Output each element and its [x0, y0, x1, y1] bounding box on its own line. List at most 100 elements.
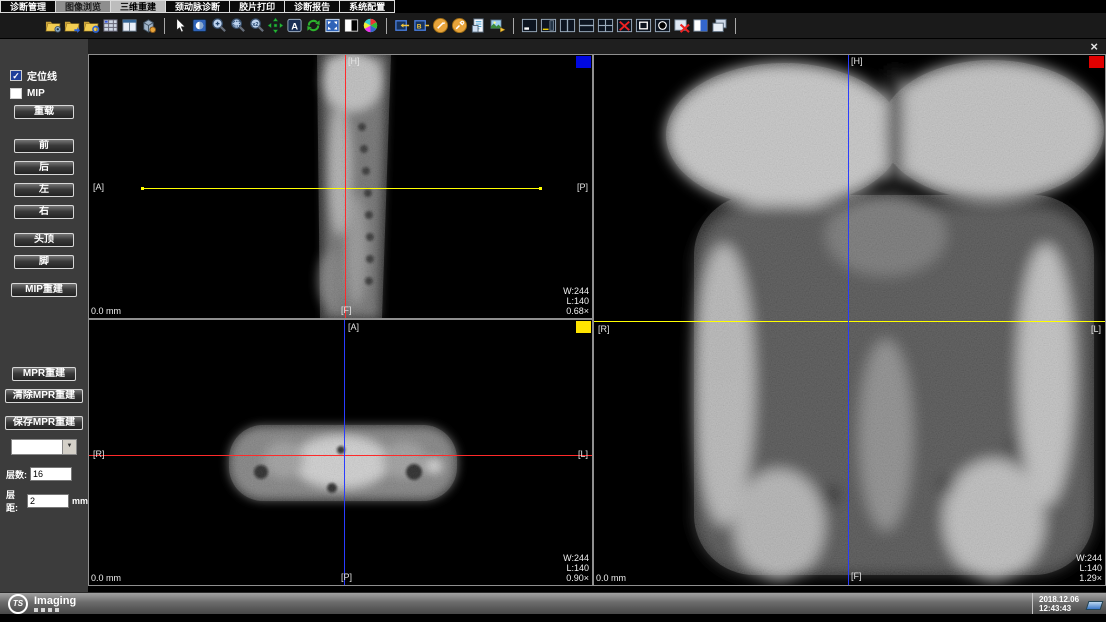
layout-clear-icon[interactable]	[615, 16, 634, 36]
position-readout: 0.0 mm	[91, 306, 121, 316]
locator-line-checkbox[interactable]: ✓定位线	[10, 68, 88, 83]
zoom-region-icon[interactable]	[228, 16, 247, 36]
reload-button[interactable]: 重载	[14, 105, 74, 119]
window-split-icon[interactable]	[120, 16, 139, 36]
color-wheel-icon[interactable]	[361, 16, 380, 36]
foot-button[interactable]: 脚	[14, 255, 74, 269]
crosshair-coronal-line[interactable]	[89, 455, 592, 456]
orientation-label-right: [L]	[578, 450, 588, 459]
window-level-icon[interactable]	[190, 16, 209, 36]
layout-single-icon[interactable]	[520, 16, 539, 36]
crosshair-axial-line[interactable]	[142, 188, 541, 189]
mpr-rebuild-button[interactable]: MPR重建	[12, 367, 76, 381]
measure-tools-icon[interactable]	[450, 16, 469, 36]
crosshair-axial-line[interactable]	[594, 321, 1105, 322]
report-doc-icon[interactable]	[469, 16, 488, 36]
mpr-button-group: MPR重建清除MPR重建保存MPR重建	[0, 367, 88, 430]
slab-out-icon[interactable]: B	[412, 16, 431, 36]
image-export-icon[interactable]	[488, 16, 507, 36]
save-mpr-button[interactable]: 保存MPR重建	[5, 416, 83, 430]
headfoot-button-group: 头顶脚	[0, 233, 88, 269]
layer-fields: 层数:层距:mm	[0, 467, 88, 514]
panel-divider-vertical[interactable]	[592, 55, 594, 585]
panel-corner-marker[interactable]	[576, 321, 591, 333]
front-button[interactable]: 前	[14, 139, 74, 153]
layout-two-col-icon[interactable]	[558, 16, 577, 36]
shape-square-icon[interactable]	[634, 16, 653, 36]
tab-system-config[interactable]: 系统配置	[340, 0, 395, 13]
measure-draw-icon[interactable]	[431, 16, 450, 36]
sidebar: ✓定位线 MIP 重载 前后左右 头顶脚 MIP重建 MPR重建清除MPR重建保存…	[0, 39, 88, 592]
window-level-readout: W:244L:1400.90×	[563, 553, 589, 583]
layer-spacing-field-label: 层距:	[6, 488, 24, 514]
head-top-button[interactable]: 头顶	[14, 233, 74, 247]
crosshair-sagittal-line[interactable]	[344, 320, 345, 585]
worklist-grid-icon[interactable]	[101, 16, 120, 36]
tab-image-browse[interactable]: 图像浏览	[56, 0, 111, 13]
open-folder-sync-icon[interactable]	[82, 16, 101, 36]
svg-text:A: A	[291, 21, 298, 32]
zoom-in-icon[interactable]	[209, 16, 228, 36]
open-folder-gear-icon[interactable]	[44, 16, 63, 36]
layer-spacing-field-unit: mm	[72, 496, 88, 506]
orientation-label-bottom: [F]	[341, 306, 352, 315]
brand-logo: TS	[8, 594, 28, 614]
back-button[interactable]: 后	[14, 161, 74, 175]
orientation-label-left: [R]	[598, 325, 610, 334]
crosshair-coronal-line[interactable]	[345, 55, 346, 318]
mip-rebuild-button[interactable]: MIP重建	[11, 283, 77, 297]
mpr-series-select[interactable]: ▼	[11, 439, 77, 455]
panel-divider-horizontal[interactable]	[89, 318, 592, 320]
crosshair-sagittal-line[interactable]	[848, 55, 849, 585]
mri-sagittal-image	[89, 55, 592, 318]
brand-name: Imaging	[34, 596, 76, 607]
orientation-label-top: [A]	[348, 323, 359, 332]
layout-two-row-icon[interactable]	[577, 16, 596, 36]
fit-screen-icon[interactable]	[323, 16, 342, 36]
toolbar-separator	[386, 18, 387, 34]
viewport-header-strip	[88, 39, 1106, 54]
pan-arrows-icon[interactable]	[266, 16, 285, 36]
layout-thumbnail-icon[interactable]	[539, 16, 558, 36]
left-button[interactable]: 左	[14, 183, 74, 197]
right-button[interactable]: 右	[14, 205, 74, 219]
orientation-label-bottom: [F]	[851, 572, 862, 581]
tab-carotid-diagnosis[interactable]: 颈动脉诊断	[166, 0, 230, 13]
invert-icon[interactable]	[342, 16, 361, 36]
toolbar-separator	[164, 18, 165, 34]
mip-checkbox[interactable]: MIP	[10, 88, 88, 99]
tab-diagnosis-report[interactable]: 诊断报告	[285, 0, 340, 13]
close-button[interactable]: ×	[1090, 40, 1098, 53]
clear-mpr-button[interactable]: 清除MPR重建	[5, 389, 83, 403]
zoom-x2-icon[interactable]: x2	[247, 16, 266, 36]
tab-diagnosis-management[interactable]: 诊断管理	[0, 0, 56, 13]
refresh-icon[interactable]	[304, 16, 323, 36]
tab-3d-reconstruction[interactable]: 三维重建	[111, 0, 166, 13]
mip-checkbox-box[interactable]	[10, 88, 22, 99]
cursor-arrow-icon[interactable]	[171, 16, 190, 36]
slab-in-icon[interactable]	[393, 16, 412, 36]
cascade-windows-icon[interactable]	[710, 16, 729, 36]
open-folder-add-icon[interactable]	[63, 16, 82, 36]
panel-coronal[interactable]: [H] [R] [L] [F] W:244L:1401.29× 0.0 mm	[594, 55, 1105, 585]
layout-split-icon[interactable]	[691, 16, 710, 36]
layout-grid-icon[interactable]	[596, 16, 615, 36]
volume-cube-icon[interactable]	[139, 16, 158, 36]
panel-axial[interactable]: [A] [R] [L] [P] W:244L:1400.90× 0.0 mm	[89, 320, 592, 585]
panel-sagittal[interactable]: [H] [A] [P] [F] W:244L:1400.68× 0.0 mm	[89, 55, 592, 318]
delete-region-icon[interactable]	[672, 16, 691, 36]
svg-text:x2: x2	[252, 22, 258, 28]
layer-count-field[interactable]	[30, 467, 72, 481]
orientation-label-right: [L]	[1091, 325, 1101, 334]
layer-spacing-field[interactable]	[27, 494, 69, 508]
panel-corner-marker[interactable]	[576, 56, 591, 68]
window-level-readout: W:244L:1401.29×	[1076, 553, 1102, 583]
panel-corner-marker[interactable]	[1089, 56, 1104, 68]
locator-line-checkbox-box[interactable]: ✓	[10, 70, 22, 81]
window-level-readout: W:244L:1400.68×	[563, 286, 589, 316]
shape-circle-icon[interactable]	[653, 16, 672, 36]
tab-film-print[interactable]: 胶片打印	[230, 0, 285, 13]
chevron-down-icon[interactable]: ▼	[62, 440, 76, 454]
orientation-label-top: [H]	[348, 57, 360, 66]
annotation-a-icon[interactable]: A	[285, 16, 304, 36]
